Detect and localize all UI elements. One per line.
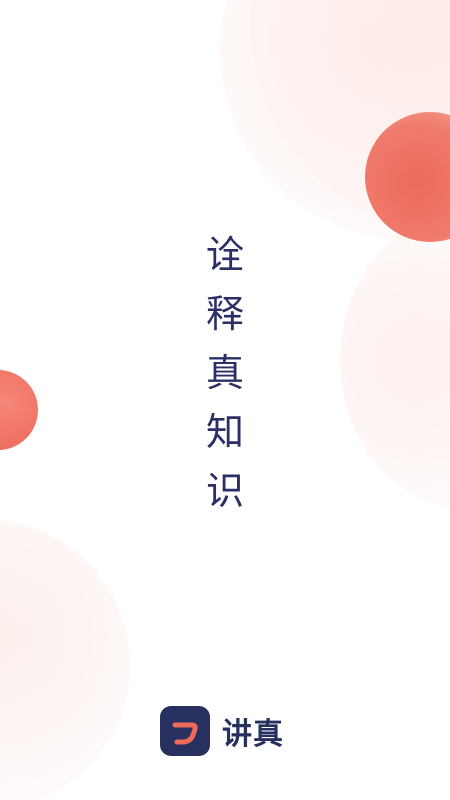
slogan-vertical: 诠 释 真 知 识 — [200, 226, 250, 521]
brand-logo-icon — [160, 706, 210, 756]
decorative-red-circle-left — [0, 370, 38, 450]
decorative-circle-right — [340, 210, 450, 510]
splash-screen: 诠 释 真 知 识 讲真 — [0, 0, 450, 800]
slogan-char: 诠 — [205, 233, 244, 277]
slogan-char: 知 — [205, 410, 244, 454]
decorative-circle-bottom-left — [0, 520, 130, 800]
brand-name: 讲真 — [222, 717, 284, 752]
slogan-char: 真 — [205, 351, 244, 395]
brand-logo: 讲真 — [160, 706, 284, 756]
slogan-char: 释 — [205, 292, 244, 336]
slogan-char: 识 — [205, 469, 244, 513]
